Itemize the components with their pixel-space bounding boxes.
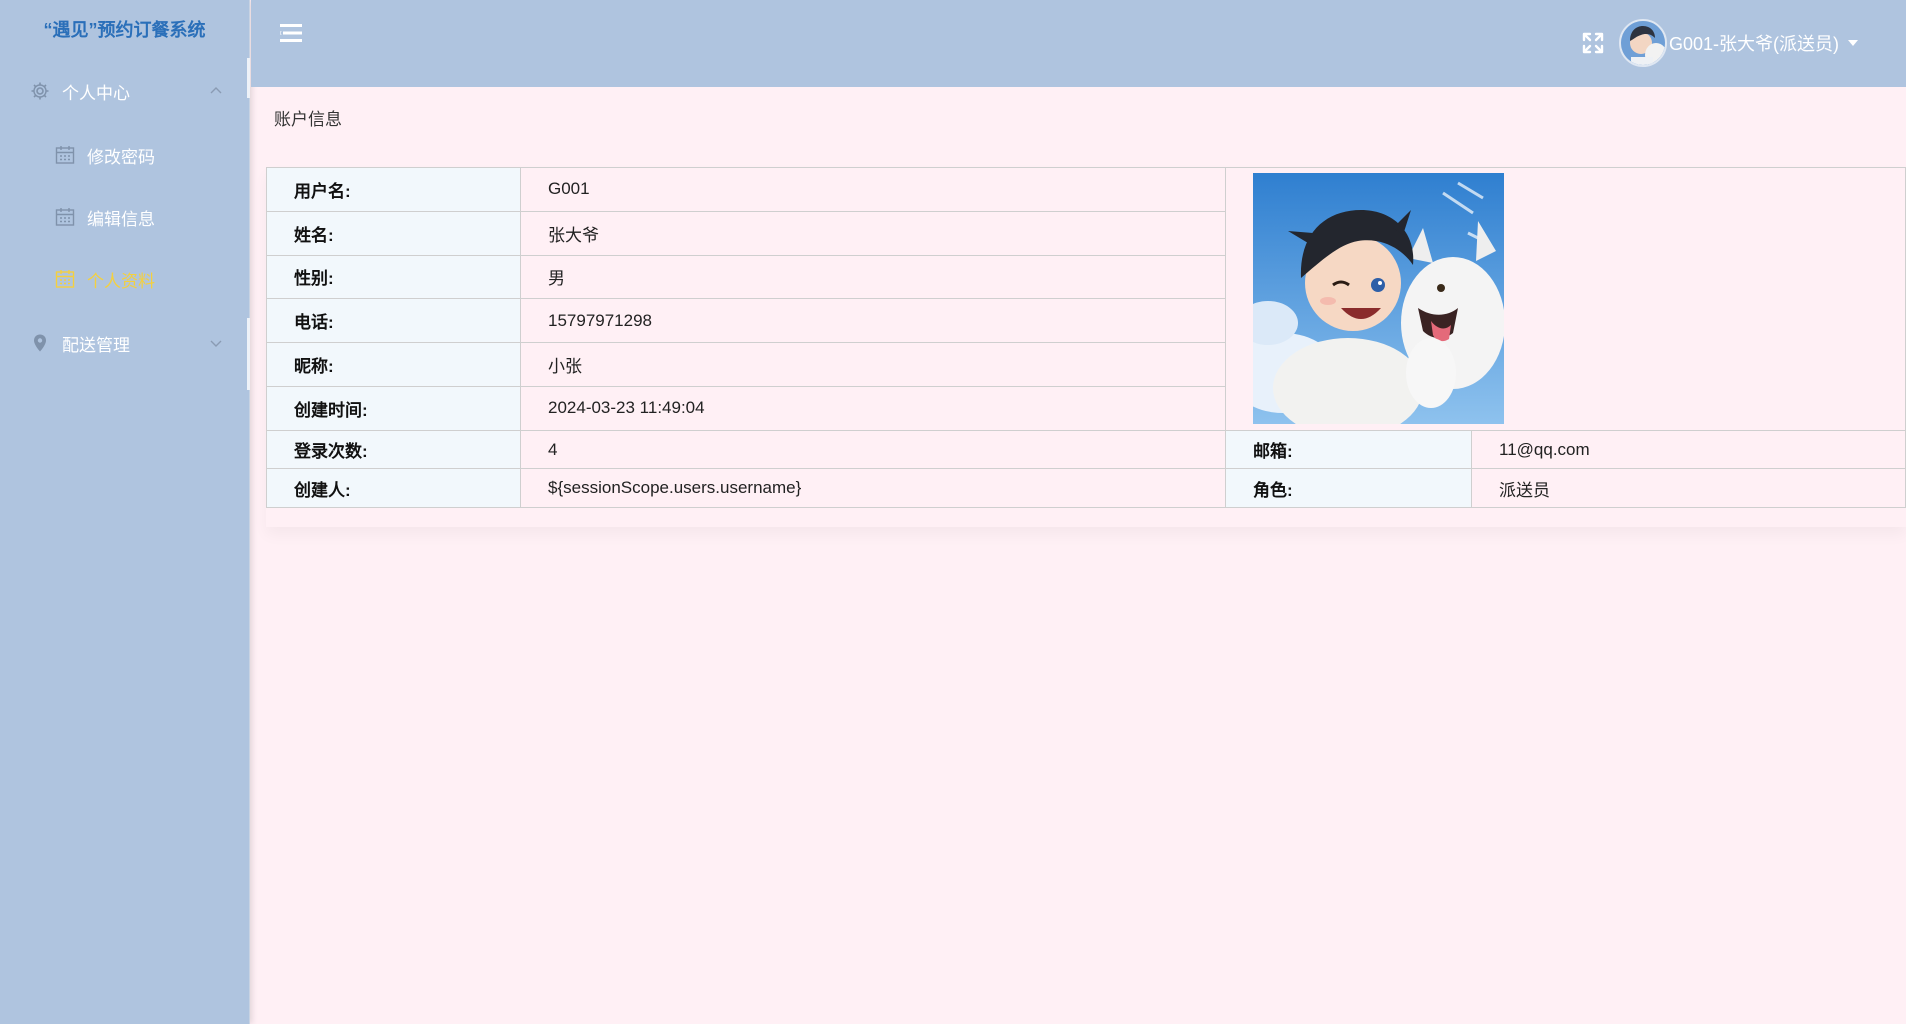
fullscreen-icon[interactable]: [1582, 32, 1604, 54]
field-label: 角色:: [1225, 468, 1472, 508]
profile-photo: [1253, 173, 1504, 424]
menu-head-personal-center[interactable]: 个人中心: [0, 58, 249, 124]
sidebar-item-label: 编辑信息: [87, 209, 155, 229]
chevron-up-icon: [210, 87, 222, 94]
calendar-icon: [55, 146, 75, 164]
menu-head-label: 配送管理: [62, 335, 130, 355]
field-value: 4: [520, 429, 1226, 470]
menu-head-delivery[interactable]: 配送管理: [0, 310, 249, 376]
field-label: 创建时间:: [266, 385, 521, 431]
user-menu[interactable]: G001-张大爷(派送员): [1619, 18, 1859, 68]
field-value: 派送员: [1471, 468, 1906, 508]
sidebar-edge-highlight: [247, 58, 250, 98]
profile-table: 用户名: G001 姓名: 张大爷 性别: 男 电话: 15797971298 …: [266, 167, 1906, 508]
chevron-down-icon: [210, 340, 222, 347]
caret-down-icon: [1848, 40, 1859, 46]
sidebar-item-edit-info[interactable]: 编辑信息: [0, 186, 249, 248]
table-row: 用户名: G001: [266, 167, 1906, 431]
field-label: 用户名:: [266, 167, 521, 212]
field-label: 性别:: [266, 254, 521, 300]
field-label: 电话:: [266, 298, 521, 344]
calendar-icon: [55, 270, 75, 288]
sidebar-item-profile[interactable]: 个人资料: [0, 248, 249, 310]
menu-group-personal-center: 个人中心 修改密码 编辑信息 个人资料: [0, 58, 249, 310]
field-value: G001: [520, 167, 1226, 212]
field-label: 邮箱:: [1225, 429, 1472, 470]
profile-panel: 用户名: G001 姓名: 张大爷 性别: 男 电话: 15797971298 …: [266, 167, 1906, 527]
field-value: 张大爷: [520, 210, 1226, 256]
sidebar-item-change-password[interactable]: 修改密码: [0, 124, 249, 186]
field-value: 男: [520, 254, 1226, 300]
menu-head-label: 个人中心: [62, 83, 130, 103]
field-value: 11@qq.com: [1471, 429, 1906, 470]
brand-title: “遇见”预约订餐系统: [43, 20, 206, 40]
breadcrumb: 账户信息: [274, 110, 342, 129]
profile-photo-cell: [1225, 167, 1906, 431]
sidebar: “遇见”预约订餐系统 个人中心 修改密码 编辑信息 个人资料 配送管理: [0, 0, 250, 1024]
hamburger-menu-icon[interactable]: [279, 22, 303, 44]
avatar: [1619, 19, 1667, 67]
table-row: 创建人: ${sessionScope.users.username} 角色: …: [266, 468, 1906, 508]
field-value: 15797971298: [520, 298, 1226, 344]
gear-icon: [30, 81, 50, 101]
field-label: 创建人:: [266, 468, 521, 508]
table-row: 登录次数: 4 邮箱: 11@qq.com: [266, 429, 1906, 470]
field-label: 昵称:: [266, 342, 521, 387]
top-header: G001-张大爷(派送员): [251, 0, 1906, 87]
menu-group-delivery: 配送管理: [0, 310, 249, 376]
submenu-personal-center: 修改密码 编辑信息 个人资料: [0, 124, 249, 310]
main-content: 账户信息 用户名: G001 姓名: 张大爷 性别: 男 电话: 1579797…: [251, 87, 1906, 1024]
calendar-icon: [55, 208, 75, 226]
sidebar-item-label: 修改密码: [87, 147, 155, 167]
sidebar-menu: 个人中心 修改密码 编辑信息 个人资料 配送管理: [0, 58, 249, 376]
user-name-label: G001-张大爷(派送员): [1669, 34, 1840, 54]
field-value: 小张: [520, 342, 1226, 387]
sidebar-item-label: 个人资料: [87, 271, 155, 291]
field-value: 2024-03-23 11:49:04: [520, 385, 1226, 431]
sidebar-edge-highlight: [247, 318, 250, 390]
field-label: 姓名:: [266, 210, 521, 256]
field-label: 登录次数:: [266, 429, 521, 470]
field-value: ${sessionScope.users.username}: [520, 468, 1226, 508]
location-pin-icon: [30, 333, 50, 353]
